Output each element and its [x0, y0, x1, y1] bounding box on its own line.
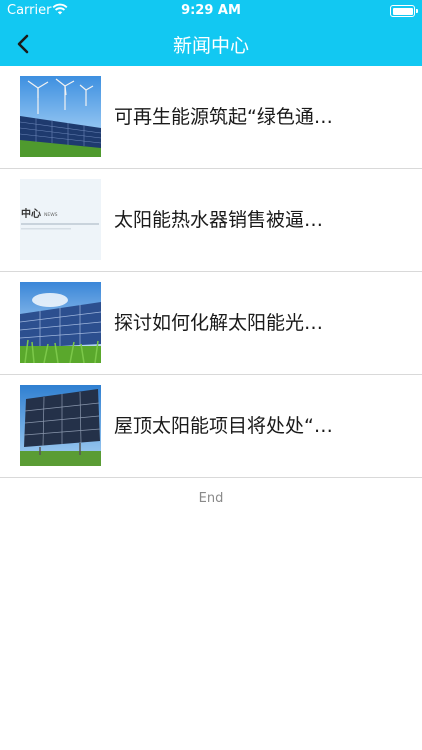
- news-thumbnail: 中心 NEWS: [20, 179, 101, 260]
- news-title: 探讨如何化解太阳能光…: [114, 312, 324, 334]
- news-banner-image: 中心 NEWS: [20, 179, 101, 260]
- news-item[interactable]: 可再生能源筑起“绿色通…: [0, 66, 422, 169]
- solar-grass-image: [20, 282, 101, 363]
- svg-text:中心: 中心: [21, 207, 41, 220]
- news-title: 可再生能源筑起“绿色通…: [114, 106, 333, 128]
- battery-icon: [390, 5, 418, 17]
- list-end-label: End: [198, 491, 224, 506]
- news-item[interactable]: 屋顶太阳能项目将处处“…: [0, 375, 422, 478]
- rooftop-solar-image: [20, 385, 101, 466]
- page-title: 新闻中心: [172, 35, 249, 57]
- news-item[interactable]: 中心 NEWS 太阳能热水器销售被逼…: [0, 169, 422, 272]
- news-list: 可再生能源筑起“绿色通… 中心 NEWS 太阳能热水器销售被逼… 探讨如何化解太…: [0, 66, 422, 478]
- news-title: 屋顶太阳能项目将处处“…: [114, 415, 333, 437]
- news-thumbnail: [20, 76, 101, 157]
- nav-bar: 新闻中心: [0, 22, 422, 66]
- news-title: 太阳能热水器销售被逼…: [114, 209, 324, 231]
- news-thumbnail: [20, 282, 101, 363]
- status-time: 9:29 AM: [181, 3, 241, 18]
- news-thumbnail: [20, 385, 101, 466]
- top-bar: Carrier 9:29 AM 新闻中心: [0, 0, 422, 66]
- news-item[interactable]: 探讨如何化解太阳能光…: [0, 272, 422, 375]
- status-bar: Carrier 9:29 AM: [0, 0, 422, 22]
- svg-text:NEWS: NEWS: [44, 212, 58, 218]
- solar-wind-image: [20, 76, 101, 157]
